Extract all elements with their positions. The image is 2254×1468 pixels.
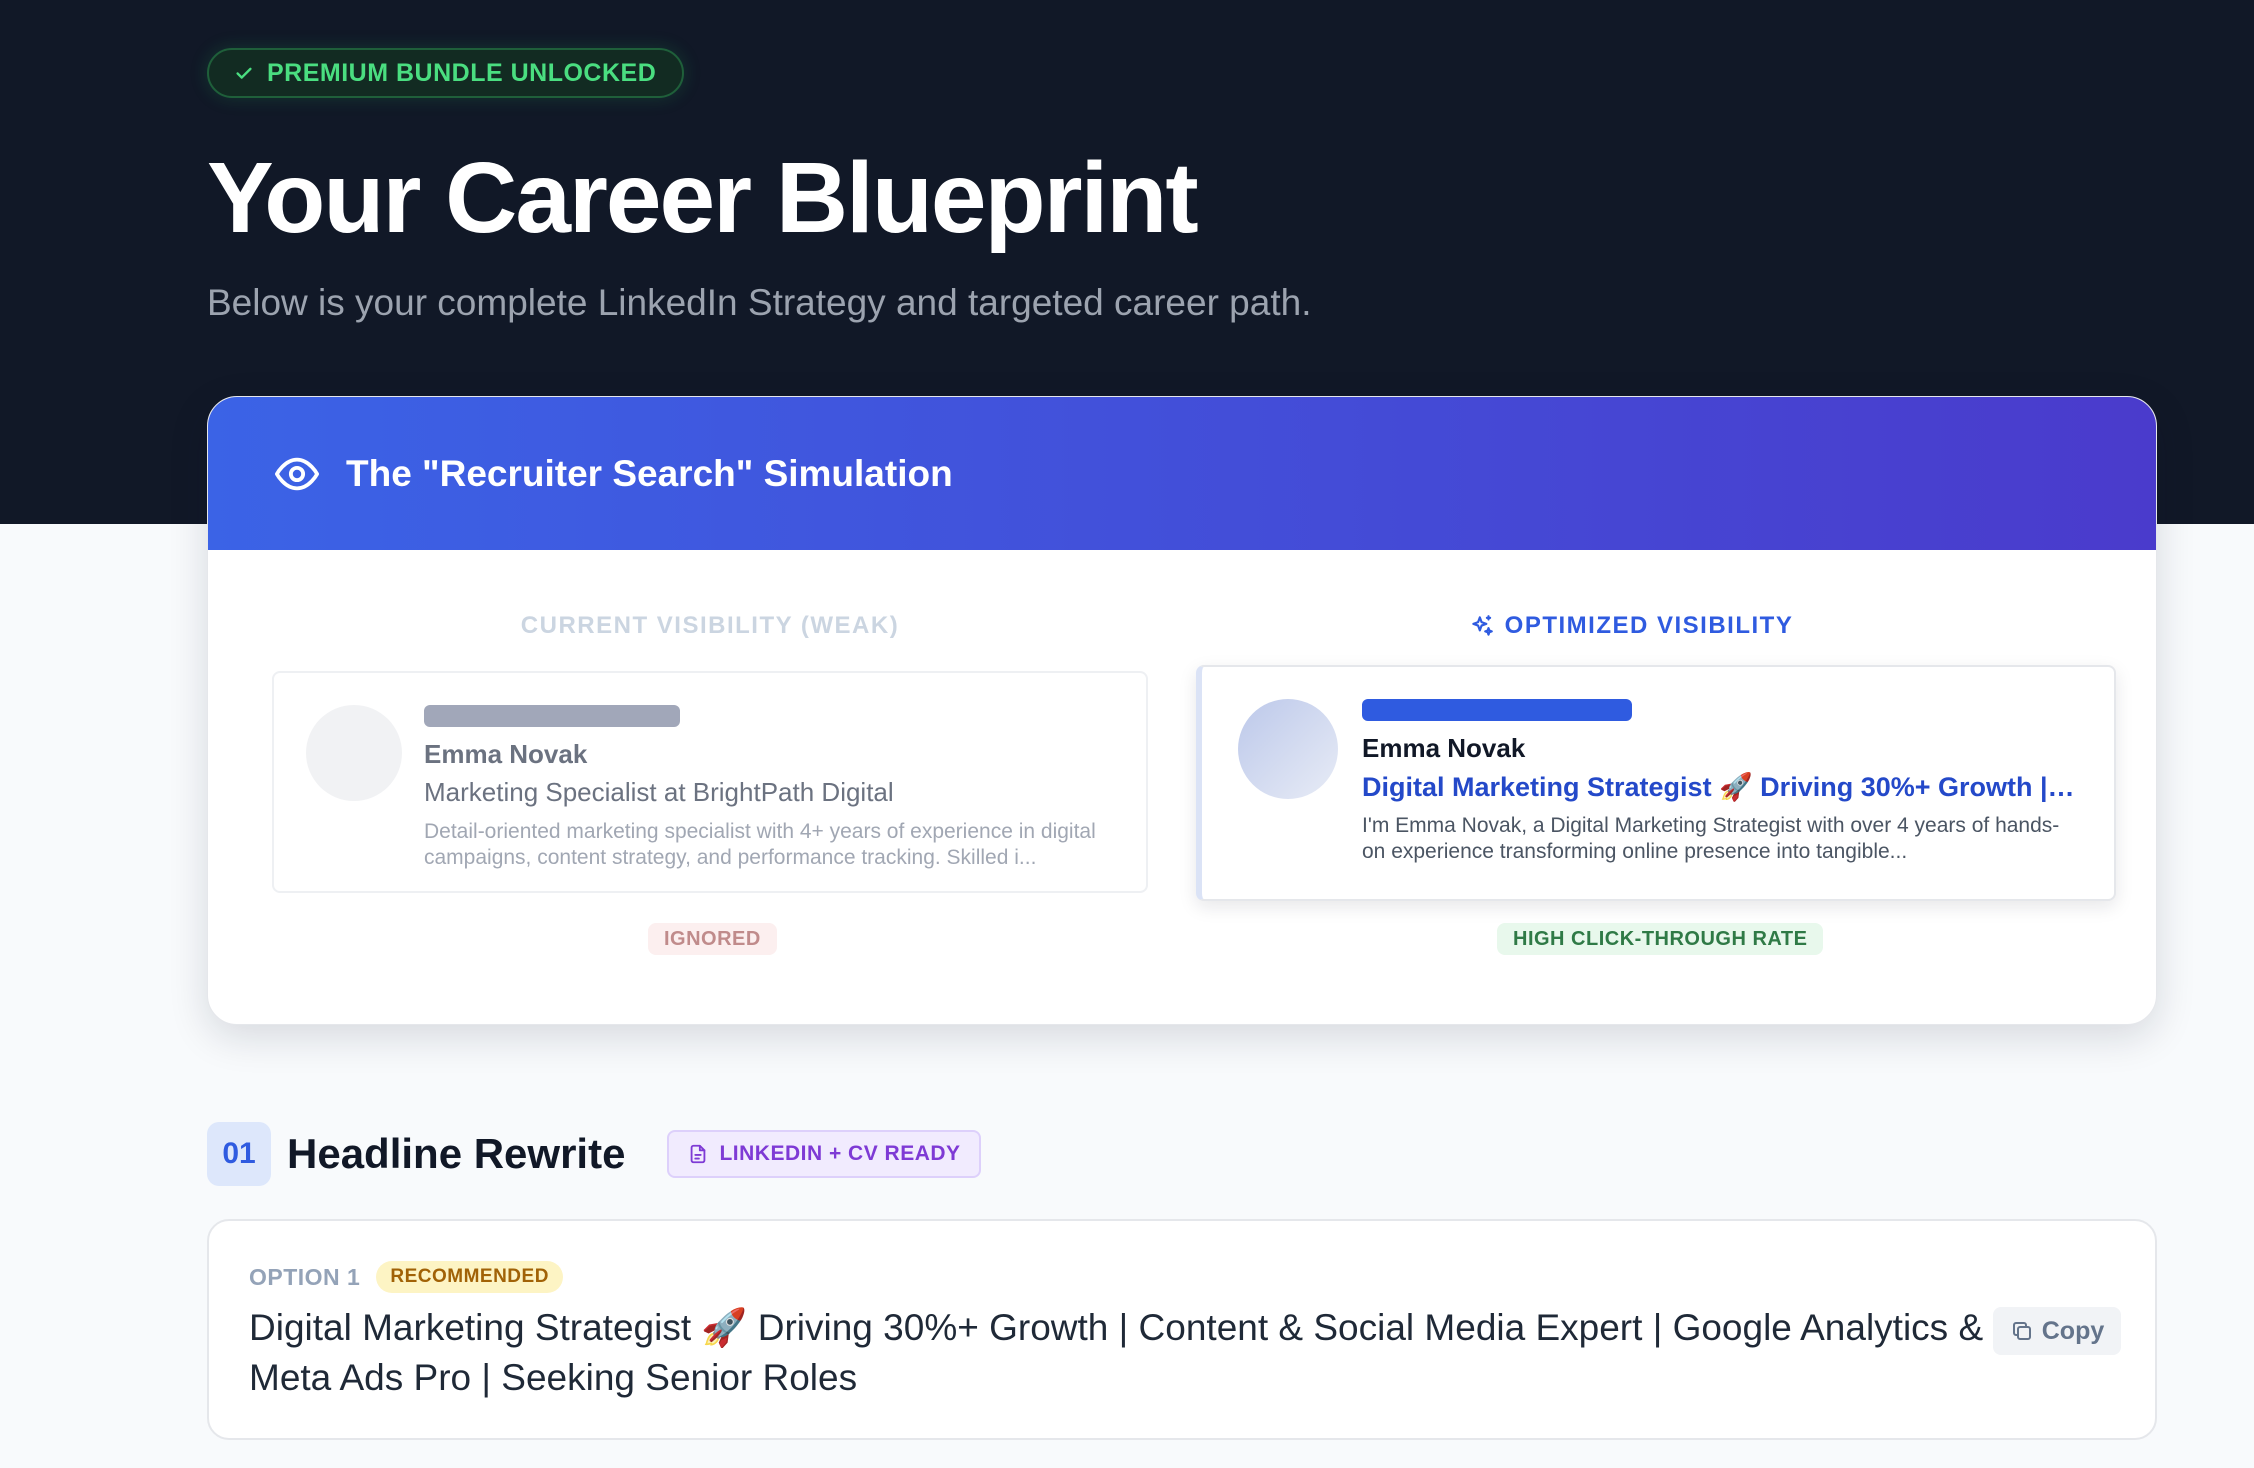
- premium-unlocked-badge: PREMIUM BUNDLE UNLOCKED: [207, 48, 685, 98]
- profile-headline: Marketing Specialist at BrightPath Digit…: [424, 777, 894, 807]
- option-label-row: OPTION 1 RECOMMENDED: [249, 1261, 563, 1293]
- check-icon: [236, 67, 252, 79]
- current-visibility-label: CURRENT VISIBILITY (WEAK): [520, 612, 900, 639]
- section-number-badge: 01: [207, 1122, 271, 1186]
- document-icon: [691, 1144, 706, 1164]
- optimized-profile-card: Emma Novak Digital Marketing Strategist …: [1196, 665, 2116, 901]
- page-subtitle: Below is your complete LinkedIn Strategy…: [207, 282, 1312, 323]
- ctr-status-badge: HIGH CLICK-THROUGH RATE: [1497, 923, 1824, 955]
- headline-option-card: OPTION 1 RECOMMENDED Digital Marketing S…: [207, 1219, 2157, 1440]
- copy-button[interactable]: Copy: [1993, 1307, 2121, 1355]
- option-headline-text: Digital Marketing Strategist 🚀 Driving 3…: [249, 1307, 1984, 1398]
- simulation-header: The "Recruiter Search" Simulation: [208, 397, 2156, 550]
- placeholder-bar: [1362, 699, 1632, 721]
- profile-headline: Digital Marketing Strategist 🚀 Driving 3…: [1362, 772, 2082, 802]
- avatar: [306, 705, 402, 801]
- eye-icon: [274, 457, 320, 490]
- ready-badge-label: LINKEDIN + CV READY: [719, 1142, 961, 1165]
- headline-rewrite-section-header: 01 Headline Rewrite LINKEDIN + CV READY: [207, 1122, 981, 1186]
- linkedin-cv-ready-badge: LINKEDIN + CV READY: [667, 1130, 981, 1178]
- placeholder-bar: [424, 705, 680, 727]
- copy-icon: [2012, 1322, 2031, 1340]
- recommended-badge: RECOMMENDED: [376, 1261, 563, 1293]
- optimized-visibility-label: OPTIMIZED VISIBILITY: [1504, 612, 1794, 639]
- recruiter-search-simulation-card: The "Recruiter Search" Simulation CURREN…: [207, 396, 2157, 1025]
- current-profile-card: Emma Novak Marketing Specialist at Brigh…: [272, 671, 1148, 893]
- profile-summary: I'm Emma Novak, a Digital Marketing Stra…: [1362, 814, 2060, 863]
- section-title: Headline Rewrite: [287, 1130, 626, 1177]
- ignored-status-badge: IGNORED: [648, 923, 777, 955]
- profile-summary: Detail-oriented marketing specialist wit…: [424, 820, 1096, 869]
- sparkles-icon: [1471, 615, 1493, 636]
- premium-unlocked-label: PREMIUM BUNDLE UNLOCKED: [267, 58, 657, 87]
- page-title: Your Career Blueprint: [207, 142, 1199, 254]
- copy-button-label: Copy: [2041, 1316, 2105, 1345]
- avatar: [1238, 699, 1338, 799]
- profile-name: Emma Novak: [424, 739, 588, 769]
- simulation-title: The "Recruiter Search" Simulation: [346, 452, 953, 494]
- profile-name: Emma Novak: [1362, 733, 1526, 763]
- optimized-visibility-heading: OPTIMIZED VISIBILITY: [1194, 612, 2068, 640]
- option-label: OPTION 1: [249, 1263, 361, 1290]
